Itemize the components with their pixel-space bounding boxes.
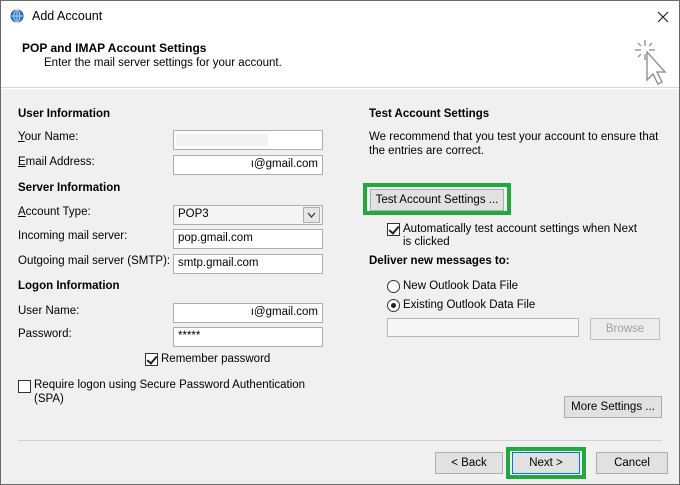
account-type-select[interactable]: POP3 [173,205,323,225]
outlook-globe-icon [10,9,24,23]
auto-test-label-line2[interactable]: is clicked [403,236,450,248]
page-title: POP and IMAP Account Settings [22,41,207,55]
next-button[interactable]: Next > [512,452,580,474]
logon-info-heading: Logon Information [18,280,120,292]
email-field[interactable]: ı@gmail.com [173,155,323,175]
spa-label-line2[interactable]: (SPA) [34,393,64,405]
test-settings-heading: Test Account Settings [369,108,490,120]
window-title: Add Account [32,9,103,23]
existing-data-file-radio[interactable] [387,299,400,312]
email-label-text: mail Address: [25,156,95,168]
title-bar: Add Account [0,0,680,32]
your-name-label: Your Name: [18,131,79,143]
cursor-click-icon [629,36,669,86]
incoming-server-label: Incoming mail server: [18,230,127,242]
spa-checkbox[interactable] [18,380,31,393]
chevron-down-icon[interactable] [303,207,320,223]
email-value: ı@gmail.com [250,158,318,170]
auto-test-checkbox[interactable] [387,223,400,236]
your-name-label-text: our Name: [24,131,79,143]
redacted-block [176,134,268,146]
account-type-label: Account Type: [18,206,91,218]
username-value: ı@gmail.com [250,306,318,318]
incoming-server-field[interactable]: pop.gmail.com [173,229,323,249]
cancel-button[interactable]: Cancel [596,452,668,474]
email-label: Email Address: [18,156,95,168]
username-field[interactable]: ı@gmail.com [173,303,323,323]
password-label: Password: [18,328,72,340]
account-type-value: POP3 [178,208,209,220]
page-subtitle: Enter the mail server settings for your … [44,57,282,69]
password-label-text: Password: [18,328,72,340]
outgoing-server-value: smtp.gmail.com [178,257,259,269]
data-file-path-field[interactable] [387,318,579,337]
back-button[interactable]: < Back [435,452,503,474]
existing-data-file-label[interactable]: Existing Outlook Data File [403,299,535,311]
incoming-server-label-text: Incoming mail server: [18,230,128,242]
new-data-file-radio[interactable] [387,280,400,293]
outgoing-server-field[interactable]: smtp.gmail.com [173,254,323,274]
auto-test-label-line1[interactable]: Automatically test account settings when… [403,223,637,235]
test-settings-description-line2: the entries are correct. [369,145,485,157]
more-settings-button[interactable]: More Settings ... [564,396,662,418]
username-label: User Name: [18,305,79,317]
new-data-file-label[interactable]: New Outlook Data File [403,280,518,292]
server-info-heading: Server Information [18,182,121,194]
remember-password-label[interactable]: Remember password [161,353,270,365]
test-account-settings-button[interactable]: Test Account Settings ... [370,189,504,211]
password-value: ***** [178,330,201,342]
deliver-heading: Deliver new messages to: [369,255,510,267]
username-label-text: User Name: [18,305,80,317]
incoming-server-value: pop.gmail.com [178,232,253,244]
outgoing-server-label-text: Outgoing mail server (SMTP): [18,255,171,267]
spa-label-line1[interactable]: Require logon using Secure Password Auth… [34,379,305,391]
user-info-heading: User Information [18,108,111,120]
dialog-header: POP and IMAP Account Settings Enter the … [1,32,679,88]
remember-password-checkbox[interactable] [145,353,158,366]
close-icon[interactable] [653,7,673,27]
outgoing-server-label: Outgoing mail server (SMTP): [18,255,170,267]
password-field[interactable]: ***** [173,327,323,347]
your-name-field[interactable] [173,130,323,150]
browse-button[interactable]: Browse [590,318,660,340]
test-settings-description-line1: We recommend that you test your account … [369,131,659,143]
account-type-label-text: ccount Type: [25,206,91,218]
footer-divider [18,440,662,441]
